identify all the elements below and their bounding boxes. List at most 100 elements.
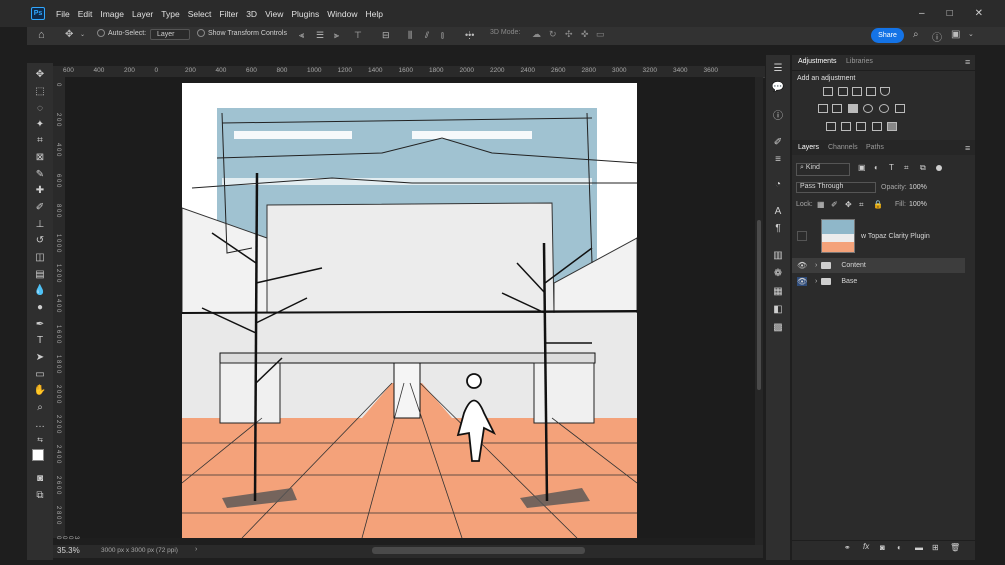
curves-icon[interactable] [852,87,862,96]
history-brush-icon[interactable]: ↺ [33,233,47,247]
hue-saturation-icon[interactable] [818,104,828,113]
link-layers-icon[interactable]: ⚭ [844,543,851,552]
clone-stamp-icon[interactable]: ⊥ [33,217,47,231]
workspace-icon[interactable]: ▣ [951,29,960,40]
eraser-tool-icon[interactable]: ◫ [33,250,47,264]
tab-layers[interactable]: Layers [798,144,819,151]
blend-mode-dropdown[interactable]: Pass Through [796,182,876,193]
slide-3d-icon[interactable]: ✜ [581,29,589,40]
brightness-contrast-icon[interactable] [823,87,833,96]
scale-3d-icon[interactable]: ▭ [596,29,605,40]
black-white-icon[interactable] [848,104,858,113]
eye-icon[interactable]: 👁 [797,261,807,270]
document-info[interactable]: 3000 px x 3000 px (72 ppi) [101,547,178,554]
layer-row[interactable]: w Topaz Clarity Plugin [792,216,965,256]
menu-window[interactable]: Window [323,9,361,19]
status-chevron-icon[interactable]: › [195,546,197,553]
show-transform-checkbox[interactable] [197,29,205,37]
info-panel-icon[interactable]: ⓘ [771,107,785,122]
filter-smart-object-icon[interactable]: ⧉ [920,163,926,173]
chevron-down-icon[interactable]: ⌄ [80,31,85,38]
layer-name[interactable]: w Topaz Clarity Plugin [861,233,930,240]
levels-icon[interactable] [838,87,848,96]
chevron-right-icon[interactable]: › [815,262,817,269]
vertical-scroll-thumb[interactable] [757,220,761,390]
swap-colors-icon[interactable]: ⇆ [33,433,47,447]
history-panel-icon[interactable]: ◔ [771,177,785,191]
maximize-button[interactable]: □ [947,8,953,19]
invert-icon[interactable] [826,122,836,131]
pen-tool-icon[interactable]: ✒ [33,317,47,331]
menu-view[interactable]: View [261,9,287,19]
filter-toggle-icon[interactable] [936,165,942,171]
menu-edit[interactable]: Edit [74,9,97,19]
lock-artboard-icon[interactable]: ⌗ [859,200,864,210]
hand-tool-icon[interactable]: ✋ [33,383,47,397]
zoom-tool-icon[interactable]: ⌕ [33,400,47,414]
align-top-icon[interactable]: ⊤ [354,30,362,41]
menu-layer[interactable]: Layer [128,9,157,19]
align-left-icon[interactable]: ⫷ [299,30,304,41]
gradients-panel-icon[interactable]: ◧ [771,302,785,316]
minimize-button[interactable]: – [919,8,925,19]
brush-settings-icon[interactable]: ✐ [771,135,785,149]
chevron-right-icon[interactable]: › [815,278,817,285]
menu-file[interactable]: File [52,9,74,19]
exposure-icon[interactable] [866,87,876,96]
channels-panel-icon[interactable]: ❁ [771,266,785,280]
path-selection-icon[interactable]: ➤ [33,350,47,364]
channel-mixer-icon[interactable] [879,104,889,113]
delete-layer-icon[interactable]: 🗑 [950,543,960,552]
menu-select[interactable]: Select [184,9,216,19]
lasso-tool-icon[interactable]: ◌ [33,101,47,115]
help-icon[interactable]: ⓘ [932,29,942,44]
quick-mask-icon[interactable]: ◙ [33,471,47,485]
layer-row[interactable]: 👁 › Base [792,274,965,289]
opacity-value[interactable]: 100% [909,184,927,191]
filter-adjustment-icon[interactable]: ◐ [874,163,879,172]
layers-menu-icon[interactable]: ≡ [965,143,970,153]
healing-brush-icon[interactable]: ✚ [33,183,47,197]
threshold-icon[interactable] [856,122,866,131]
lock-pixels-icon[interactable]: ✐ [831,200,838,209]
new-layer-icon[interactable]: ⊞ [932,543,939,552]
menu-image[interactable]: Image [96,9,128,19]
layer-row[interactable]: 👁 › Content [792,258,965,273]
patterns-panel-icon[interactable]: ▩ [771,320,785,334]
share-button[interactable]: Share [871,28,904,43]
menu-filter[interactable]: Filter [215,9,242,19]
crop-tool-icon[interactable]: ⌗ [33,133,47,147]
photo-filter-icon[interactable] [863,104,873,113]
tab-libraries[interactable]: Libraries [846,58,873,65]
auto-select-target-dropdown[interactable]: Layer [150,29,190,40]
gradient-tool-icon[interactable]: ▤ [33,267,47,281]
menu-type[interactable]: Type [157,9,183,19]
fx-icon[interactable]: fx [863,542,869,551]
type-tool-icon[interactable]: T [33,333,47,347]
auto-select-option[interactable]: Auto-Select: [97,29,146,37]
distribute-icon[interactable]: ⫼ [408,30,412,41]
rectangle-tool-icon[interactable]: ▭ [33,367,47,381]
panel-menu-icon[interactable]: ≡ [965,57,970,67]
properties-panel-icon[interactable]: ≡ [771,152,785,166]
filter-kind-dropdown[interactable]: ⌕ Kind [796,163,850,176]
blur-tool-icon[interactable]: 💧 [33,283,47,297]
layer-visibility-toggle[interactable] [797,231,807,241]
tab-adjustments[interactable]: Adjustments [798,58,837,65]
fill-value[interactable]: 100% [909,201,927,208]
magic-wand-tool-icon[interactable]: ✦ [33,117,47,131]
document-canvas[interactable] [181,83,638,539]
swatches-panel-icon[interactable]: ▦ [771,284,785,298]
gradient-map-icon[interactable] [872,122,882,131]
align-center-icon[interactable]: ☰ [316,30,324,41]
filter-type-icon[interactable]: T [889,163,894,172]
frame-tool-icon[interactable]: ⊠ [33,150,47,164]
close-button[interactable]: ✕ [975,8,983,19]
move-tool-icon[interactable]: ✥ [65,29,73,40]
character-panel-icon[interactable]: A [771,204,785,218]
selective-color-icon[interactable] [887,122,897,131]
show-transform-option[interactable]: Show Transform Controls [197,29,287,37]
align-right-icon[interactable]: ⫸ [334,30,339,41]
edit-toolbar-icon[interactable]: … [33,417,47,431]
color-balance-icon[interactable] [832,104,842,113]
